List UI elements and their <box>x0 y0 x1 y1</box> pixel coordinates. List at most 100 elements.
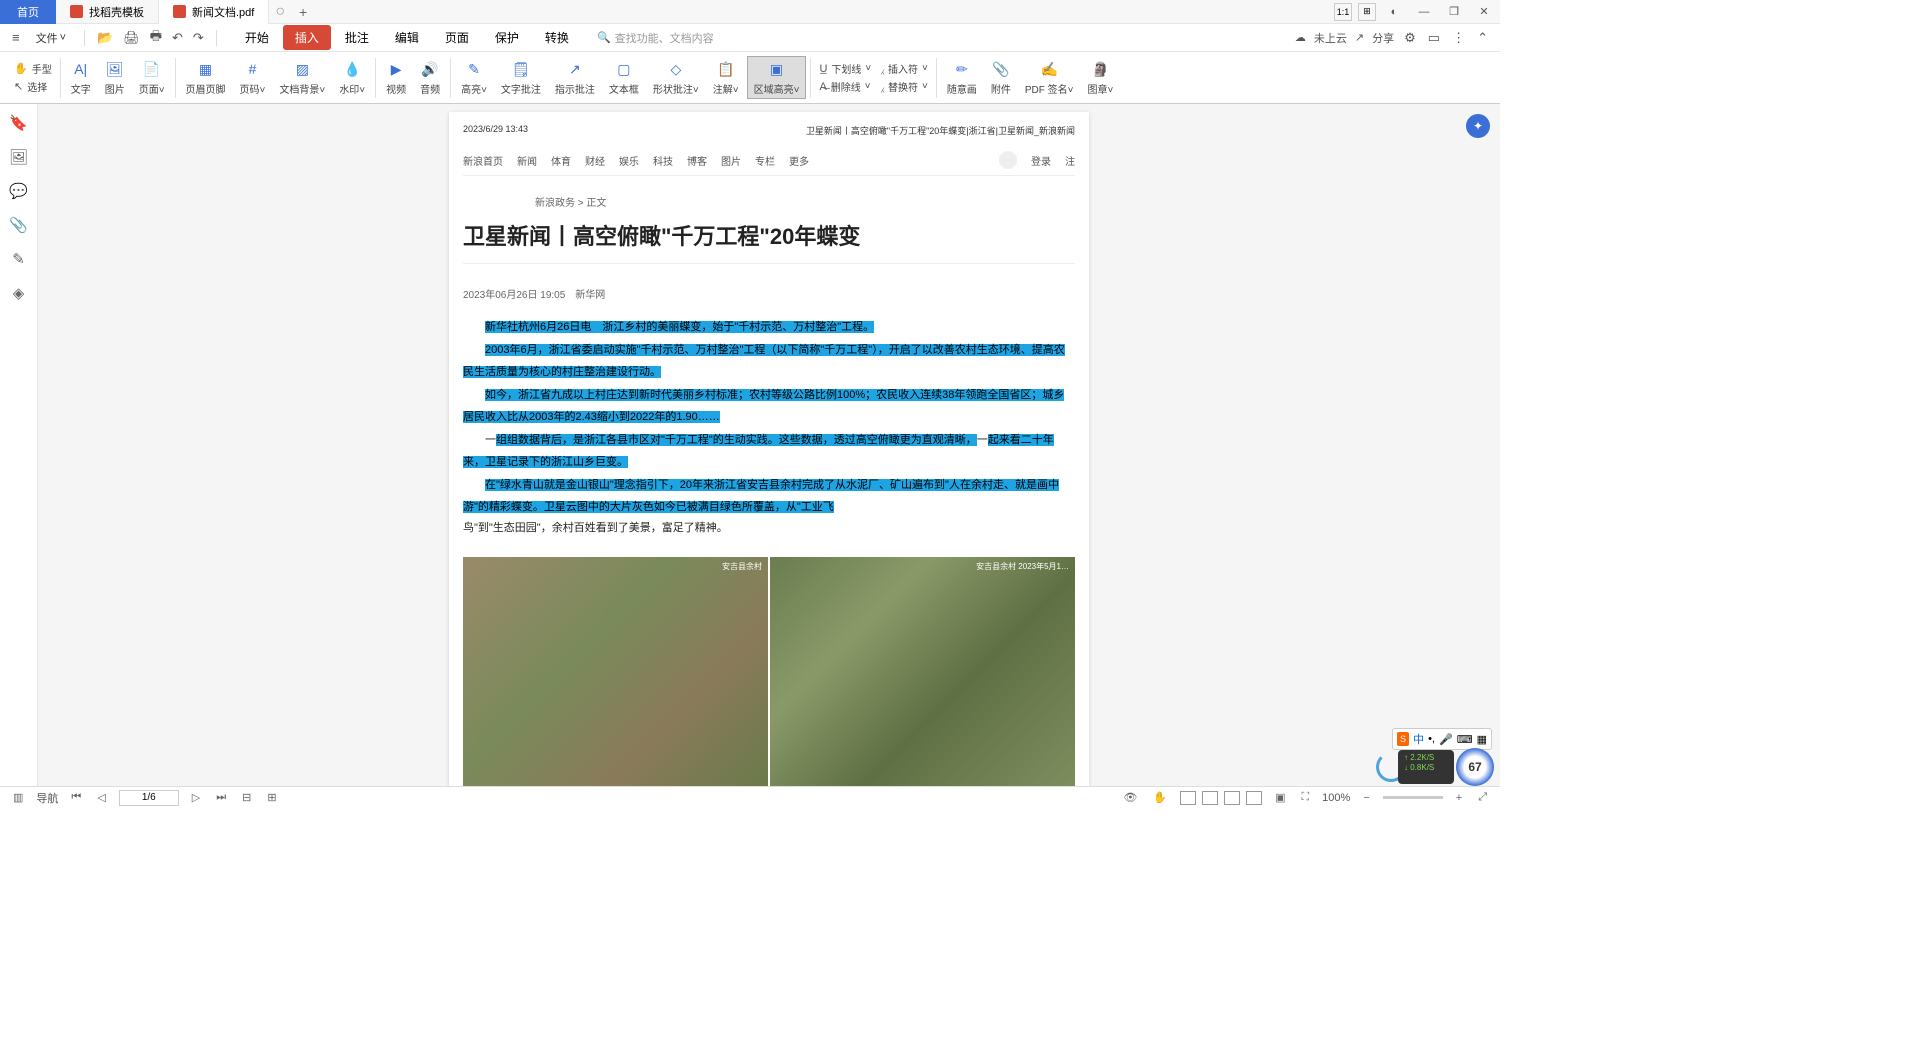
layout-icon[interactable]: 1:1 <box>1334 3 1352 21</box>
ime-keyboard-icon[interactable]: ⌨ <box>1457 733 1473 746</box>
replace-caret-button[interactable]: ⁁替换符˅ <box>877 78 932 95</box>
stamp-button[interactable]: 🗿图章˅ <box>1081 57 1119 98</box>
share-button[interactable]: 分享 <box>1372 30 1394 46</box>
feedback-icon[interactable]: ▭ <box>1426 28 1442 48</box>
grid-icon[interactable]: ⊞ <box>1358 3 1376 21</box>
comments-icon[interactable]: 💬 <box>10 182 28 200</box>
maximize-button[interactable]: ❐ <box>1442 2 1466 22</box>
ime-toolbar[interactable]: S 中 •, 🎤 ⌨ ▦ <box>1392 728 1492 750</box>
new-tab-button[interactable]: + <box>291 0 315 24</box>
save-icon[interactable]: 🖨 <box>121 28 142 48</box>
tab-insert[interactable]: 插入 <box>283 25 331 50</box>
zoom-minus-button[interactable]: − <box>1360 792 1372 804</box>
nav-item[interactable]: 图片 <box>721 153 741 168</box>
network-widget[interactable]: ↑ 2.2K/S ↓ 0.8K/S <box>1398 750 1454 784</box>
user-icon[interactable]: ◐ <box>1382 2 1406 22</box>
doc-tab-templates[interactable]: 找稻壳模板 <box>56 0 159 24</box>
tab-convert[interactable]: 转换 <box>533 25 581 50</box>
signatures-icon[interactable]: ✎ <box>10 250 28 268</box>
accelerator-widget[interactable]: 67 <box>1456 748 1494 786</box>
print-icon[interactable]: 🖶 <box>148 25 164 51</box>
attachments-icon[interactable]: 📎 <box>10 216 28 234</box>
tab-start[interactable]: 开始 <box>233 25 281 50</box>
nav-item[interactable]: 科技 <box>653 153 673 168</box>
annotation-button[interactable]: 📋注解˅ <box>707 57 745 98</box>
nav-item[interactable]: 博客 <box>687 153 707 168</box>
fit-icon[interactable]: ▣ <box>1272 791 1288 804</box>
docbg-button[interactable]: ▨文档背景˅ <box>273 57 331 98</box>
close-window-button[interactable]: ✕ <box>1472 2 1496 22</box>
tab-protect[interactable]: 保护 <box>483 25 531 50</box>
view-book-icon[interactable] <box>1246 791 1262 805</box>
page-button[interactable]: 📄页面˅ <box>133 57 171 98</box>
more-icon[interactable]: ⋮ <box>1450 28 1467 48</box>
expand-icon[interactable]: ⤢ <box>1475 791 1490 804</box>
first-page-button[interactable]: ⏮ <box>68 791 84 804</box>
ime-punct-icon[interactable]: •, <box>1428 733 1435 745</box>
audio-button[interactable]: 🔊音频 <box>414 57 446 98</box>
highlight-button[interactable]: ✎高亮˅ <box>455 57 493 98</box>
cloud-status[interactable]: 未上云 <box>1314 30 1347 46</box>
collapse-icon[interactable]: ⌃ <box>1475 28 1490 48</box>
header-footer-button[interactable]: ▦页眉页脚 <box>180 57 232 98</box>
view-two-icon[interactable] <box>1224 791 1240 805</box>
textbox-button[interactable]: ▢文本框 <box>603 57 645 98</box>
text-button[interactable]: A|文字 <box>65 57 97 98</box>
text-note-button[interactable]: 🗒文字批注 <box>495 57 547 98</box>
watermark-button[interactable]: 💧水印˅ <box>333 57 371 98</box>
zoom-out-icon[interactable]: ⊟ <box>239 791 254 804</box>
pagenum-button[interactable]: #页码˅ <box>234 57 272 98</box>
ime-mic-icon[interactable]: 🎤 <box>1439 733 1453 746</box>
tab-edit[interactable]: 编辑 <box>383 25 431 50</box>
bookmark-icon[interactable]: 🔖 <box>10 114 28 132</box>
zoom-level[interactable]: 100% <box>1322 792 1350 804</box>
nav-item[interactable]: 新闻 <box>517 153 537 168</box>
strike-button[interactable]: A̶删除线˅ <box>815 78 875 95</box>
doc-tab-pdf[interactable]: 新闻文档.pdf <box>159 0 269 24</box>
pointer-note-button[interactable]: ↗指示批注 <box>549 57 601 98</box>
nav-item[interactable]: 体育 <box>551 153 571 168</box>
insert-caret-button[interactable]: ⁁插入符˅ <box>877 60 932 77</box>
tab-page[interactable]: 页面 <box>433 25 481 50</box>
panel-toggle-icon[interactable]: ▥ <box>10 791 26 804</box>
document-viewport[interactable]: ✦ 2023/6/29 13:43 卫星新闻丨高空俯瞰"千万工程"20年蝶变|浙… <box>38 104 1500 786</box>
login-link[interactable]: 登录 <box>1031 153 1051 168</box>
hand-icon[interactable]: ✋ <box>1150 791 1170 804</box>
freedraw-button[interactable]: ✏随意画 <box>941 57 983 98</box>
sign-button[interactable]: ✍PDF 签名˅ <box>1019 57 1080 98</box>
redo-icon[interactable]: ↷ <box>191 28 206 48</box>
page-input[interactable] <box>119 790 179 806</box>
nav-item[interactable]: 专栏 <box>755 153 775 168</box>
view-single-icon[interactable] <box>1180 791 1196 805</box>
ai-badge[interactable]: ✦ <box>1466 114 1490 138</box>
tab-close-button[interactable]: ○ <box>269 3 291 21</box>
eye-icon[interactable]: 👁 <box>1120 791 1140 804</box>
zoom-plus-button[interactable]: + <box>1453 792 1465 804</box>
fullscreen-icon[interactable]: ⛶ <box>1298 791 1312 804</box>
layers-icon[interactable]: ◈ <box>10 284 28 302</box>
last-page-button[interactable]: ⏭ <box>213 791 229 804</box>
prev-page-button[interactable]: ◁ <box>94 791 108 804</box>
underline-button[interactable]: U̲下划线˅ <box>815 60 875 77</box>
ime-lang[interactable]: 中 <box>1413 731 1424 747</box>
zoom-in-icon[interactable]: ⊞ <box>264 791 279 804</box>
image-button[interactable]: 🖼图片 <box>99 57 131 98</box>
nav-item[interactable]: 娱乐 <box>619 153 639 168</box>
search-box[interactable]: 🔍 查找功能、文档内容 <box>597 30 714 46</box>
hand-tool[interactable]: ✋手型 <box>10 60 56 77</box>
register-link[interactable]: 注 <box>1065 153 1075 168</box>
tab-annotate[interactable]: 批注 <box>333 25 381 50</box>
view-continuous-icon[interactable] <box>1202 791 1218 805</box>
thumbnails-icon[interactable]: 🖼 <box>10 148 28 166</box>
ime-settings-icon[interactable]: ▦ <box>1477 733 1487 746</box>
file-menu[interactable]: 文件 ˅ <box>28 27 74 49</box>
nav-item[interactable]: 财经 <box>585 153 605 168</box>
open-icon[interactable]: 📂 <box>95 28 115 48</box>
shape-note-button[interactable]: ◇形状批注˅ <box>647 57 705 98</box>
nav-label[interactable]: 导航 <box>36 790 58 806</box>
nav-item[interactable]: 新浪首页 <box>463 153 503 168</box>
nav-item[interactable]: 更多 <box>789 153 809 168</box>
undo-icon[interactable]: ↶ <box>170 28 185 48</box>
gear-icon[interactable]: ⚙ <box>1402 28 1418 48</box>
attachment-button[interactable]: 📎附件 <box>985 57 1017 98</box>
